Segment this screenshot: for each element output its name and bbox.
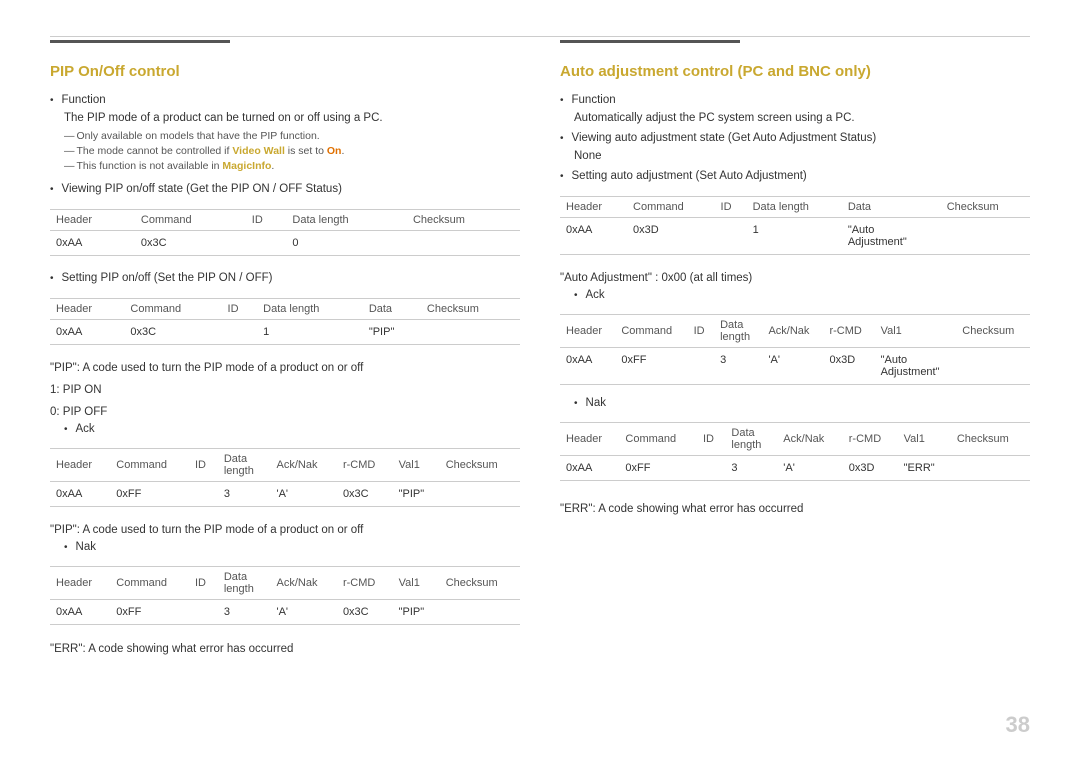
right-function-bullet: • Function xyxy=(560,94,1030,106)
right-column: Auto adjustment control (PC and BNC only… xyxy=(560,40,1030,723)
right-table2-section: Header Command ID Datalength Ack/Nak r-C… xyxy=(560,314,1030,385)
left-err-note: "ERR": A code showing what error has occ… xyxy=(50,643,520,655)
table-row: 0xAA 0x3D 1 "AutoAdjustment" xyxy=(560,218,1030,255)
right-nak-label: Nak xyxy=(586,397,606,409)
table-row: 0xAA 0xFF 3 'A' 0x3C "PIP" xyxy=(50,482,520,507)
right-err-note: "ERR": A code showing what error has occ… xyxy=(560,503,1030,515)
right-function-text: Automatically adjust the PC system scree… xyxy=(574,112,1030,124)
right-nak-bullet: • Nak xyxy=(574,397,1030,409)
note3: This function is not available in MagicI… xyxy=(64,160,520,172)
on-highlight: On xyxy=(327,145,342,157)
table4: Header Command ID Datalength Ack/Nak r-C… xyxy=(50,566,520,625)
setting-auto-label: Setting auto adjustment (Set Auto Adjust… xyxy=(572,170,807,182)
right-table3: Header Command ID Datalength Ack/Nak r-C… xyxy=(560,422,1030,481)
pip-note-ack: "PIP": A code used to turn the PIP mode … xyxy=(50,524,520,536)
right-table1-section: Header Command ID Data length Data Check… xyxy=(560,196,1030,255)
viewing-auto-bullet: • Viewing auto adjustment state (Get Aut… xyxy=(560,132,1030,144)
left-section-title: PIP On/Off control xyxy=(50,63,520,80)
th-checksum: Checksum xyxy=(407,210,520,231)
th-datalength: Data length xyxy=(286,210,407,231)
pip-note1: "PIP": A code used to turn the PIP mode … xyxy=(50,362,520,374)
table2-section: Header Command ID Data length Data Check… xyxy=(50,298,520,345)
magicinfo-highlight: MagicInfo xyxy=(222,160,271,172)
right-table1: Header Command ID Data length Data Check… xyxy=(560,196,1030,255)
note1: Only available on models that have the P… xyxy=(64,130,520,142)
nak-label: Nak xyxy=(76,541,96,553)
ack-label: Ack xyxy=(76,423,95,435)
table2: Header Command ID Data length Data Check… xyxy=(50,298,520,345)
ack-bullet: • Ack xyxy=(64,423,520,435)
pip-note3: 0: PIP OFF xyxy=(50,406,520,418)
table-row: 0xAA 0xFF 3 'A' 0x3D "AutoAdjustment" xyxy=(560,348,1030,385)
left-function-text: The PIP mode of a product can be turned … xyxy=(64,112,520,124)
right-section-title: Auto adjustment control (PC and BNC only… xyxy=(560,63,1030,80)
right-table3-section: Header Command ID Datalength Ack/Nak r-C… xyxy=(560,422,1030,481)
table1-section: Header Command ID Data length Checksum 0… xyxy=(50,209,520,256)
right-ack-bullet: • Ack xyxy=(574,289,1030,301)
pip-note2: 1: PIP ON xyxy=(50,384,520,396)
bullet-dot-2: • xyxy=(50,184,54,195)
table-row: 0xAA 0xFF 3 'A' 0x3C "PIP" xyxy=(50,600,520,625)
table4-section: Header Command ID Datalength Ack/Nak r-C… xyxy=(50,566,520,625)
viewing-pip-bullet: • Viewing PIP on/off state (Get the PIP … xyxy=(50,183,520,195)
viewing-auto-label: Viewing auto adjustment state (Get Auto … xyxy=(572,132,877,144)
top-rule xyxy=(50,36,1030,37)
video-wall-highlight: Video Wall xyxy=(232,145,285,157)
note2: The mode cannot be controlled if Video W… xyxy=(64,145,520,157)
bullet-dot-3: • xyxy=(50,273,54,284)
auto-note: "Auto Adjustment" : 0x00 (at all times) xyxy=(560,272,1030,284)
th-command: Command xyxy=(135,210,246,231)
setting-auto-bullet: • Setting auto adjustment (Set Auto Adju… xyxy=(560,170,1030,182)
table3: Header Command ID Datalength Ack/Nak r-C… xyxy=(50,448,520,507)
th-header: Header xyxy=(50,210,135,231)
left-top-border xyxy=(50,40,230,43)
viewing-auto-value: None xyxy=(574,150,1030,162)
left-column: PIP On/Off control • Function The PIP mo… xyxy=(50,40,520,723)
setting-pip-label: Setting PIP on/off (Set the PIP ON / OFF… xyxy=(62,272,273,284)
left-function-label: Function xyxy=(62,94,106,106)
table3-section: Header Command ID Datalength Ack/Nak r-C… xyxy=(50,448,520,507)
left-function-bullet: • Function xyxy=(50,94,520,106)
right-ack-label: Ack xyxy=(586,289,605,301)
setting-pip-bullet: • Setting PIP on/off (Set the PIP ON / O… xyxy=(50,272,520,284)
bullet-dot: • xyxy=(50,95,54,106)
right-function-label: Function xyxy=(572,94,616,106)
th-id: ID xyxy=(246,210,287,231)
table-row: 0xAA 0x3C 1 "PIP" xyxy=(50,320,520,345)
bullet-dot-nak: • xyxy=(64,542,68,553)
right-top-border xyxy=(560,40,740,43)
bullet-dot-ack: • xyxy=(64,424,68,435)
nak-bullet: • Nak xyxy=(64,541,520,553)
table1: Header Command ID Data length Checksum 0… xyxy=(50,209,520,256)
right-table2: Header Command ID Datalength Ack/Nak r-C… xyxy=(560,314,1030,385)
viewing-pip-label: Viewing PIP on/off state (Get the PIP ON… xyxy=(62,183,342,195)
table-row: 0xAA 0xFF 3 'A' 0x3D "ERR" xyxy=(560,456,1030,481)
page-number: 38 xyxy=(1006,712,1030,738)
table-row: 0xAA 0x3C 0 xyxy=(50,231,520,256)
